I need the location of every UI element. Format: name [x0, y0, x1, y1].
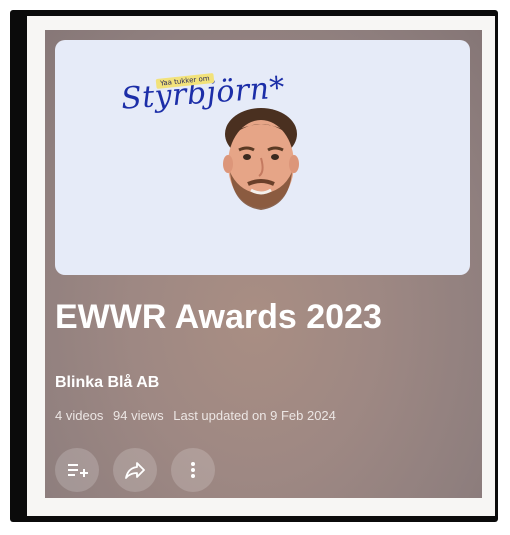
- share-button[interactable]: [113, 448, 157, 492]
- last-updated: Last updated on 9 Feb 2024: [173, 408, 336, 423]
- playlist-meta: 4 videos 94 views Last updated on 9 Feb …: [55, 408, 342, 423]
- face-image: [223, 108, 299, 210]
- playlist-title: EWWR Awards 2023: [55, 298, 382, 336]
- more-options-button[interactable]: [171, 448, 215, 492]
- playlist-add-icon: [68, 464, 88, 477]
- playlist-card: Styrbjörn* Yaa tukker om EWWR Awards 202…: [45, 30, 482, 498]
- add-to-queue-button[interactable]: [55, 448, 99, 492]
- share-icon: [125, 462, 145, 479]
- more-vert-icon: [191, 462, 195, 478]
- action-bar: [55, 448, 215, 492]
- view-count: 94 views: [113, 408, 164, 423]
- playlist-thumbnail[interactable]: Styrbjörn* Yaa tukker om: [55, 40, 470, 275]
- channel-name[interactable]: Blinka Blå AB: [55, 374, 159, 392]
- video-count: 4 videos: [55, 408, 104, 423]
